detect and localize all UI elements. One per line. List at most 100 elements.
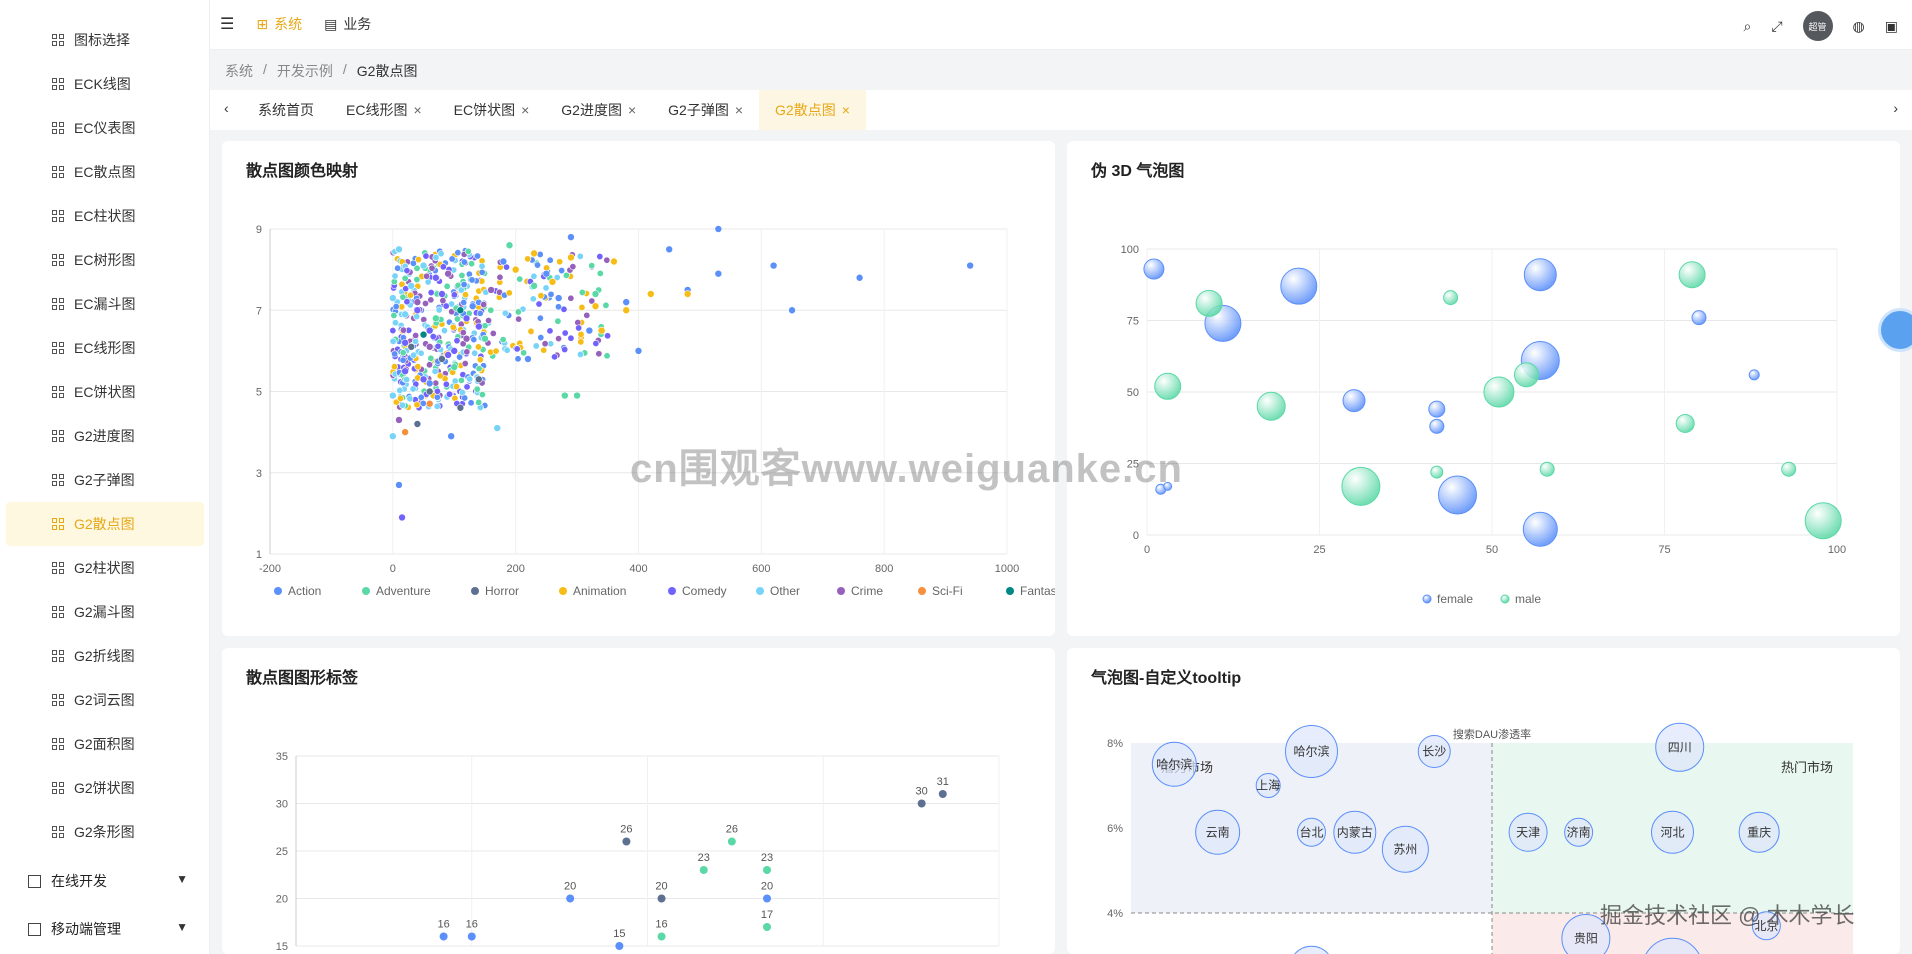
legend-label: female (1437, 592, 1473, 606)
sidebar-item[interactable]: G2面积图 (0, 722, 209, 766)
grid-icon (52, 694, 64, 706)
sidebar-item[interactable]: G2折线图 (0, 634, 209, 678)
scatter-point-cluster (389, 327, 397, 335)
window-icon (28, 922, 41, 936)
sidebar-item[interactable]: G2饼状图 (0, 766, 209, 810)
bubble-label: 上海 (1256, 778, 1280, 793)
sidebar-item-label: G2折线图 (74, 648, 135, 664)
close-icon[interactable]: × (842, 102, 850, 118)
page-tab[interactable]: G2散点图 × (759, 90, 866, 130)
x-tick-label: 1000 (995, 563, 1019, 575)
page-tab[interactable]: EC饼状图 × (438, 90, 546, 130)
sidebar-item[interactable]: G2柱状图 (0, 546, 209, 590)
sidebar-item[interactable]: 图标选择 (0, 18, 209, 62)
menu-toggle-icon[interactable]: ☰ (220, 14, 234, 34)
sidebar-group-mobile[interactable]: 移动端管理 ▼ (0, 906, 209, 952)
breadcrumb-separator: / (263, 61, 267, 77)
legend-label: Comedy (682, 584, 727, 598)
scatter-point (481, 334, 489, 343)
header-tab-business[interactable]: ▤ 业务 (324, 14, 371, 34)
data-label: 15 (613, 928, 625, 940)
page-tab[interactable]: 系统首页 (242, 90, 330, 130)
scatter-point-cluster (487, 306, 495, 314)
legend-marker (756, 587, 764, 595)
sidebar-item[interactable]: EC漏斗图 (0, 282, 209, 326)
sidebar-item[interactable]: G2条形图 (0, 810, 209, 854)
scatter-point-cluster (410, 351, 418, 359)
scatter-point-cluster (449, 323, 457, 331)
scatter-point-cluster (460, 298, 468, 306)
avatar[interactable]: 超管 (1802, 11, 1833, 41)
sidebar-item[interactable]: EC柱状图 (0, 194, 209, 238)
x-tick-label: 0 (390, 563, 396, 575)
sidebar-item[interactable]: G2散点图 (6, 502, 204, 546)
bubble (1438, 475, 1477, 515)
legend-label: Action (288, 584, 321, 598)
chevron-left-icon[interactable]: ‹ (224, 100, 229, 116)
sidebar-item-label: G2词云图 (74, 692, 135, 708)
sidebar-item[interactable]: ECK线图 (0, 62, 209, 106)
search-icon[interactable]: ⌕ (1744, 18, 1752, 35)
close-icon[interactable]: × (735, 102, 743, 118)
scatter-point (714, 225, 723, 233)
close-icon[interactable]: × (413, 102, 421, 118)
scatter-point (462, 314, 471, 323)
sidebar-item[interactable]: EC散点图 (0, 150, 209, 194)
scatter-point-cluster (475, 365, 483, 373)
data-label: 31 (937, 776, 949, 788)
sidebar-item[interactable]: EC饼状图 (0, 370, 209, 414)
close-icon[interactable]: × (521, 102, 529, 118)
scatter-point-cluster (503, 346, 511, 354)
sidebar-item[interactable]: EC树形图 (0, 238, 209, 282)
legend-marker (1500, 594, 1510, 604)
bubble (1539, 461, 1555, 477)
scatter-point (499, 257, 508, 266)
page-tab[interactable]: G2子弹图 × (652, 90, 759, 130)
scatter-point-cluster (475, 398, 483, 406)
header-tab-system[interactable]: ⊞ 系统 (256, 14, 302, 34)
fullscreen-icon[interactable]: ⤢ (1771, 18, 1782, 35)
sidebar-item[interactable]: G2进度图 (0, 414, 209, 458)
sidebar-item[interactable]: G2子弹图 (0, 458, 209, 502)
sidebar-item[interactable]: G2词云图 (0, 678, 209, 722)
breadcrumb-item[interactable]: 系统 (225, 61, 253, 81)
page-tab[interactable]: G2进度图 × (545, 90, 652, 130)
data-label: 23 (698, 852, 710, 864)
scatter-point-cluster (481, 322, 489, 330)
scatter-point (439, 932, 448, 941)
close-icon[interactable]: × (628, 102, 636, 118)
scatter-point-cluster (554, 303, 562, 311)
bubble (1294, 945, 1329, 954)
scatter-point-cluster (417, 349, 425, 357)
sidebar-item[interactable]: EC仪表图 (0, 106, 209, 150)
scatter-point-cluster (576, 350, 584, 358)
bubble (1675, 413, 1695, 433)
page-tab[interactable]: EC线形图 × (330, 90, 438, 130)
bubble-label: 贵阳 (1574, 932, 1598, 946)
scatter-point-cluster (453, 337, 461, 345)
breadcrumb-separator: / (342, 61, 347, 77)
scatter-point-cluster (391, 350, 399, 358)
scatter-point-cluster (595, 350, 603, 358)
breadcrumb-item[interactable]: 开发示例 (277, 61, 333, 81)
sidebar-group-online-dev[interactable]: 在线开发 ▼ (0, 858, 209, 904)
layout-icon[interactable]: ▣ (1885, 18, 1898, 35)
scatter-point (714, 269, 723, 278)
legend-marker (1422, 594, 1432, 604)
sidebar-item[interactable]: G2漏斗图 (0, 590, 209, 634)
legend-marker (668, 587, 676, 595)
scatter-point (401, 367, 409, 375)
scatter-point (591, 302, 600, 310)
scatter-point (938, 790, 947, 798)
chevron-right-icon[interactable]: › (1893, 100, 1898, 116)
y-tick-label: 25 (276, 846, 288, 858)
sidebar-item-label: G2条形图 (74, 824, 135, 840)
scatter-point-cluster (501, 309, 509, 317)
y-tick-label: 5 (256, 387, 262, 399)
scatter-point (425, 387, 434, 396)
chevron-down-icon: ▼ (176, 920, 188, 934)
sidebar-item[interactable]: EC线形图 (0, 326, 209, 370)
x-tick-label: 600 (752, 563, 770, 575)
scatter-point-cluster (478, 268, 486, 276)
language-icon[interactable]: ◍ (1853, 18, 1865, 35)
